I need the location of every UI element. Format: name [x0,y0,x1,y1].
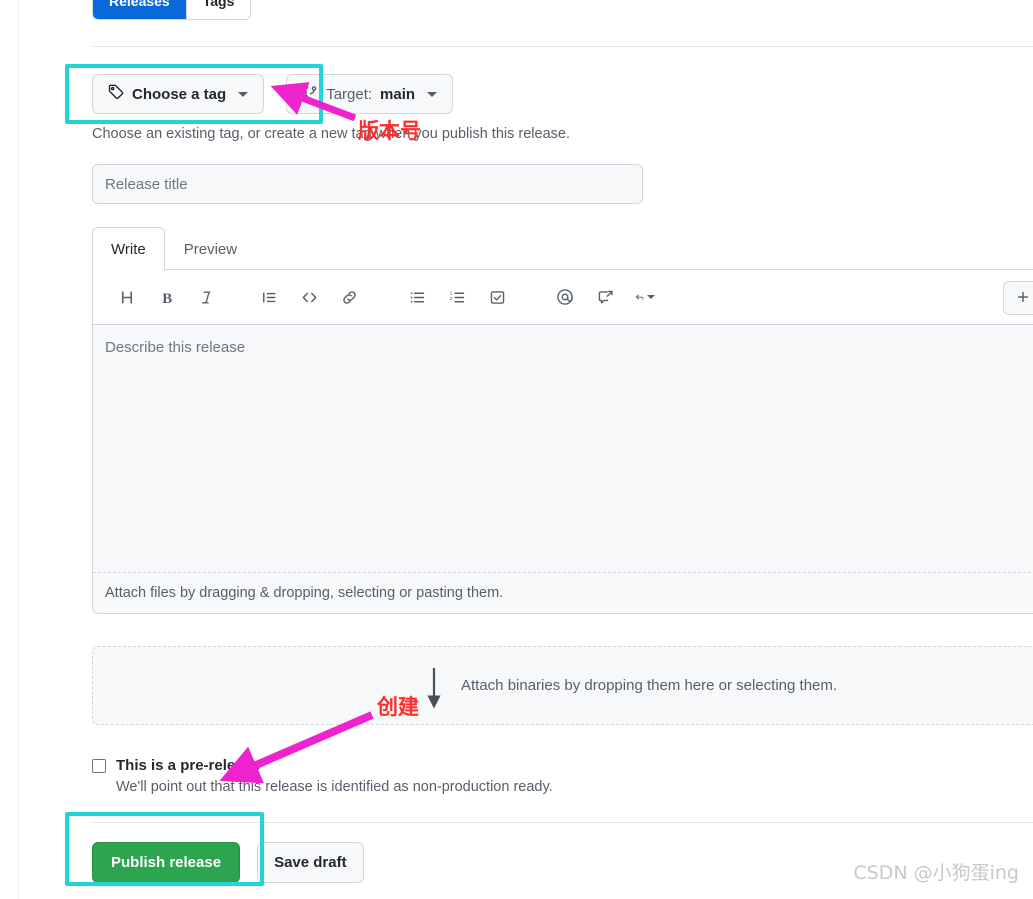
bottom-divider [92,822,1033,823]
chevron-down-icon [427,91,438,97]
tag-helper-text: Choose an existing tag, or create a new … [92,126,570,142]
bold-icon[interactable]: B [151,281,183,313]
toolbar-group-lists: 1 2 [397,281,517,313]
code-icon[interactable] [293,281,325,313]
toolbar-group-extras [545,281,665,313]
release-description-textarea[interactable] [93,324,1033,572]
prerelease-description: We'll point out that this release is ide… [116,779,553,795]
choose-tag-button[interactable]: Choose a tag [92,74,265,114]
form-actions: Publish release Save draft [92,842,364,883]
tab-preview[interactable]: Preview [165,227,256,270]
editor-tablist: Write Preview [92,227,256,271]
csdn-watermark: CSDN @小狗蛋ing [853,862,1019,884]
prerelease-section: This is a pre-release We'll point out th… [92,757,553,795]
binaries-dropzone[interactable]: Attach binaries by dropping them here or… [92,646,1033,725]
toolbar-group-text: B [107,281,227,313]
toolbar-group-block [249,281,369,313]
markdown-editor: B 1 2 Describe this release Attach files… [92,269,1033,614]
tab-tags[interactable]: Tags [186,0,251,19]
heading-icon[interactable] [111,281,143,313]
target-value: main [380,85,416,103]
chevron-down-icon [647,295,655,299]
prerelease-label[interactable]: This is a pre-release [116,757,260,774]
attach-files-hint[interactable]: Attach files by dragging & dropping, sel… [93,572,1033,613]
releases-tags-segmented-control[interactable]: Releases Tags [92,0,252,20]
branch-icon [302,84,318,104]
unordered-list-icon[interactable] [401,281,433,313]
prerelease-row: This is a pre-release [92,757,553,774]
quote-icon[interactable] [253,281,285,313]
save-draft-button[interactable]: Save draft [257,842,364,883]
page-left-gutter [0,0,19,899]
tag-icon [108,84,124,104]
target-branch-button[interactable]: Target: main [286,74,454,114]
tab-releases[interactable]: Releases [93,0,186,19]
tab-write[interactable]: Write [92,227,165,271]
top-divider [92,46,1033,47]
binaries-dropzone-text: Attach binaries by dropping them here or… [461,677,838,694]
svg-text:1: 1 [449,290,452,296]
release-title-input[interactable] [92,164,643,204]
chevron-down-icon [238,91,249,97]
saved-reply-icon[interactable] [589,281,621,313]
prerelease-checkbox[interactable] [92,758,106,773]
mention-icon[interactable] [549,281,581,313]
reply-icon[interactable] [629,281,661,313]
ordered-list-icon[interactable]: 1 2 [441,281,473,313]
task-list-icon[interactable] [481,281,513,313]
tag-target-row: Choose a tag Target: main [92,74,454,114]
target-label: Target: [326,85,373,103]
choose-tag-label: Choose a tag [132,85,227,103]
italic-icon[interactable] [191,281,223,313]
link-icon[interactable] [333,281,365,313]
svg-text:B: B [162,290,172,305]
svg-text:2: 2 [449,295,452,301]
plus-icon [1016,290,1030,307]
add-button[interactable]: A [1002,281,1033,315]
publish-release-button[interactable]: Publish release [92,842,241,883]
markdown-toolbar: B 1 2 [93,270,1033,324]
